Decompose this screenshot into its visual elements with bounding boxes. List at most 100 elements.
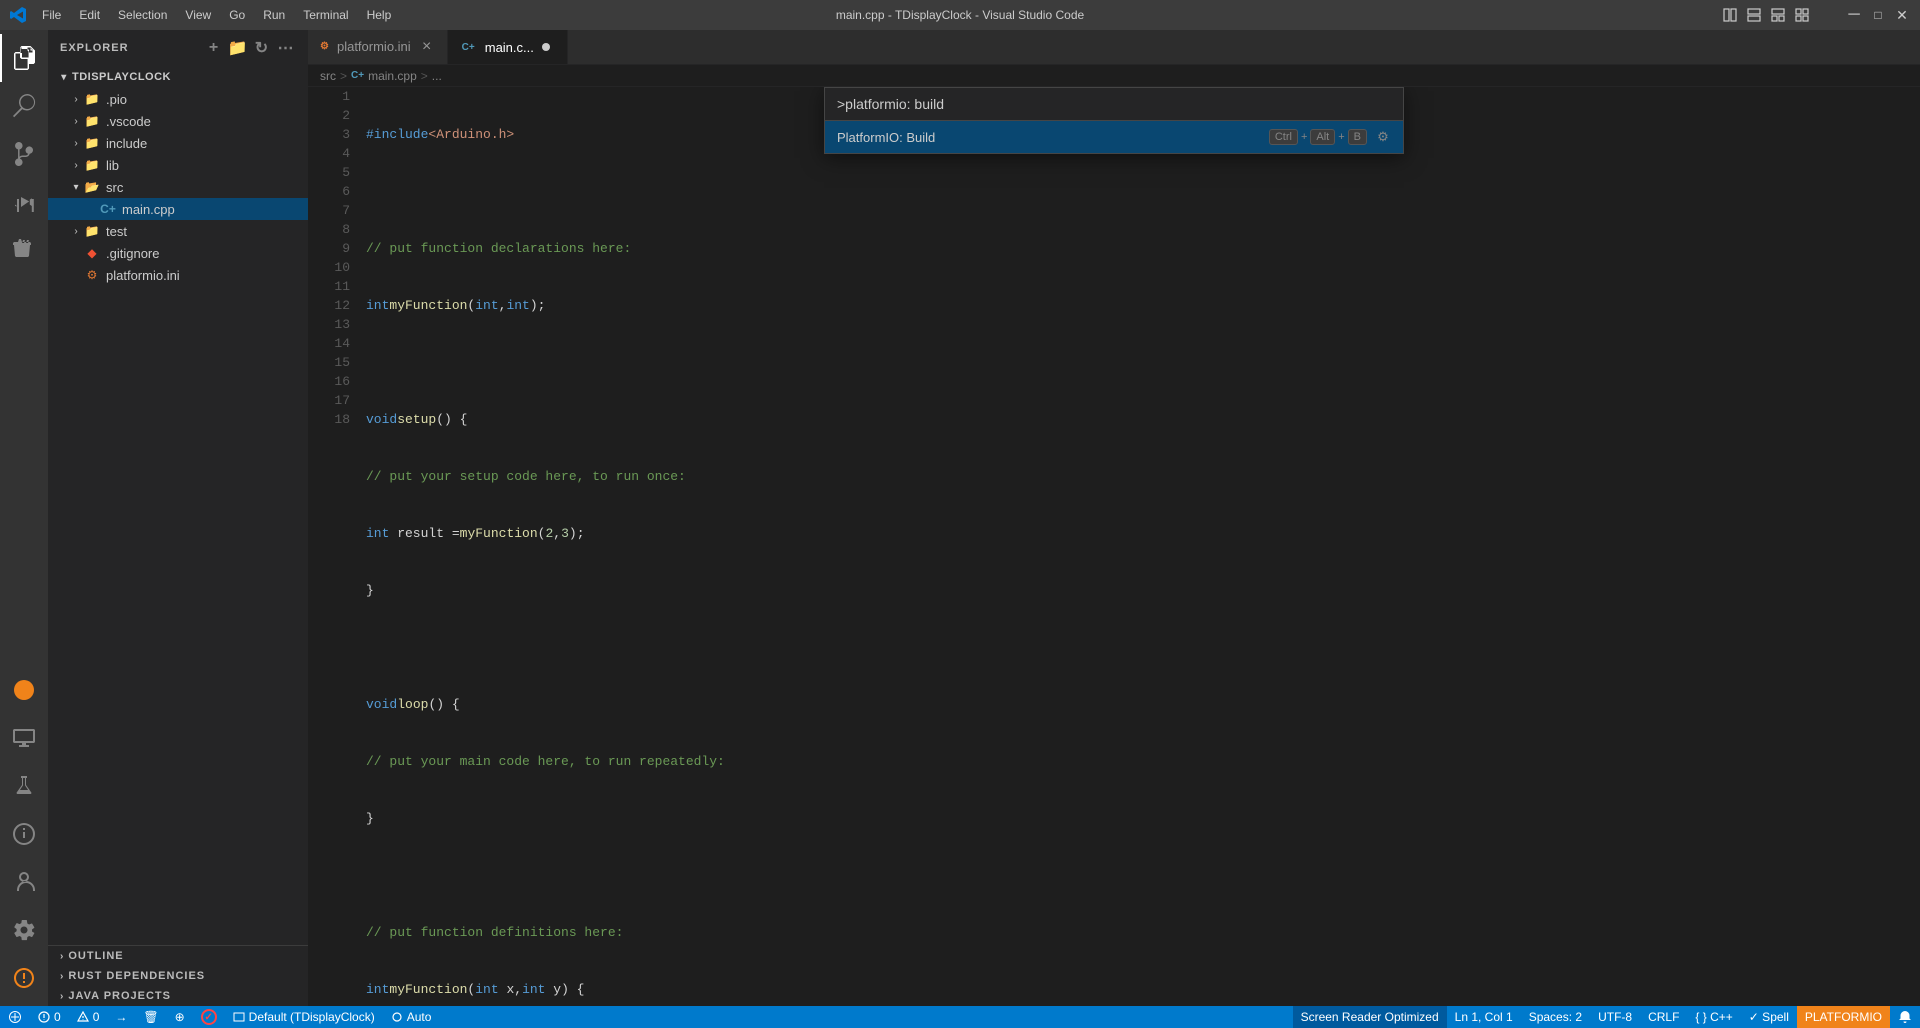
- file-platformio-ini[interactable]: › ⚙ platformio.ini: [48, 264, 308, 286]
- shortcut-plus-1: +: [1301, 131, 1307, 143]
- activity-extensions[interactable]: [0, 226, 48, 274]
- line-num-14: 14: [316, 334, 350, 353]
- status-notifications[interactable]: [1890, 1006, 1920, 1028]
- folder-test-label: test: [106, 224, 127, 239]
- folder-test[interactable]: › 📁 test: [48, 220, 308, 242]
- status-default-env[interactable]: Default (TDisplayClock): [225, 1006, 383, 1028]
- activity-run-debug[interactable]: [0, 178, 48, 226]
- layout-btn-2[interactable]: [1746, 7, 1762, 23]
- new-folder-button[interactable]: 📁: [228, 38, 248, 58]
- breadcrumb-src[interactable]: src: [320, 69, 336, 83]
- breadcrumb-sep-2: >: [421, 69, 428, 83]
- collapse-button[interactable]: ⋯: [276, 38, 296, 58]
- status-language[interactable]: { } C++: [1687, 1006, 1740, 1028]
- command-item-build[interactable]: PlatformIO: Build Ctrl + Alt + B ⚙: [825, 121, 1403, 153]
- folder-icon: 📁: [84, 91, 100, 107]
- breadcrumb-main-cpp[interactable]: main.cpp: [368, 69, 417, 83]
- file-main-cpp[interactable]: › C+ main.cpp: [48, 198, 308, 220]
- folder-pio[interactable]: › 📁 .pio: [48, 88, 308, 110]
- status-bar-right: Screen Reader Optimized Ln 1, Col 1 Spac…: [1293, 1006, 1920, 1028]
- activity-account[interactable]: [0, 858, 48, 906]
- folder-src[interactable]: ▾ 📂 src: [48, 176, 308, 198]
- breadcrumb-more[interactable]: ...: [432, 69, 442, 83]
- status-circle-icon: ✓: [201, 1009, 217, 1025]
- kbd-ctrl: Ctrl: [1269, 129, 1298, 145]
- command-palette: PlatformIO: Build Ctrl + Alt + B ⚙: [824, 87, 1404, 154]
- menu-edit[interactable]: Edit: [71, 6, 108, 24]
- status-errors[interactable]: 0: [30, 1006, 69, 1028]
- status-cursor-position[interactable]: Ln 1, Col 1: [1447, 1006, 1521, 1028]
- activity-alien[interactable]: [0, 954, 48, 1002]
- file-tree: ▾ TDISPLAYCLOCK › 📁 .pio › 📁 .vscode › 📁…: [48, 66, 308, 945]
- rust-section[interactable]: › RUST DEPENDENCIES: [48, 966, 308, 986]
- chevron-right-icon: ›: [60, 971, 64, 982]
- code-editor[interactable]: #include <Arduino.h> // put function dec…: [358, 87, 1860, 1006]
- code-line-3: // put function declarations here:: [366, 239, 1852, 258]
- screen-reader-badge[interactable]: Screen Reader Optimized: [1293, 1006, 1447, 1028]
- activity-settings[interactable]: [0, 906, 48, 954]
- status-auto[interactable]: Auto: [383, 1006, 440, 1028]
- folder-pio-label: .pio: [106, 92, 127, 107]
- tab-close-ini[interactable]: ×: [419, 39, 435, 55]
- title-bar-left: File Edit Selection View Go Run Terminal…: [10, 6, 399, 24]
- close-button[interactable]: ✕: [1894, 7, 1910, 23]
- chevron-right-icon: ›: [68, 223, 84, 239]
- status-remote[interactable]: [0, 1006, 30, 1028]
- activity-pio[interactable]: [0, 666, 48, 714]
- menu-selection[interactable]: Selection: [110, 6, 175, 24]
- tab-main-cpp[interactable]: C+ main.c...: [448, 30, 568, 64]
- project-root[interactable]: ▾ TDISPLAYCLOCK: [48, 66, 308, 88]
- activity-source-control[interactable]: [0, 130, 48, 178]
- new-file-button[interactable]: +: [204, 38, 224, 58]
- menu-view[interactable]: View: [177, 6, 219, 24]
- layout-btn-4[interactable]: [1794, 7, 1810, 23]
- git-file-icon: ◆: [84, 245, 100, 261]
- code-line-11: void loop() {: [366, 695, 1852, 714]
- menu-run[interactable]: Run: [255, 6, 293, 24]
- status-sync[interactable]: →: [107, 1006, 135, 1028]
- title-bar-right: ─ □ ✕: [1722, 7, 1910, 23]
- sidebar-title: EXPLORER: [60, 42, 129, 54]
- layout-btn-3[interactable]: [1770, 7, 1786, 23]
- status-circle[interactable]: ✓: [193, 1006, 225, 1028]
- menu-file[interactable]: File: [34, 6, 69, 24]
- status-eol[interactable]: CRLF: [1640, 1006, 1687, 1028]
- line-num-13: 13: [316, 315, 350, 334]
- code-line-6: void setup() {: [366, 410, 1852, 429]
- menu-help[interactable]: Help: [359, 6, 400, 24]
- status-delete[interactable]: 🗑: [135, 1006, 166, 1028]
- activity-inspect[interactable]: [0, 810, 48, 858]
- activity-test[interactable]: [0, 762, 48, 810]
- command-input-wrapper: [825, 88, 1403, 121]
- status-add[interactable]: ⊕: [167, 1006, 193, 1028]
- maximize-button[interactable]: □: [1870, 7, 1886, 23]
- activity-bar: [0, 30, 48, 1006]
- file-gitignore[interactable]: › ◆ .gitignore: [48, 242, 308, 264]
- status-encoding[interactable]: UTF-8: [1590, 1006, 1640, 1028]
- menu-go[interactable]: Go: [221, 6, 253, 24]
- status-spell[interactable]: ✓ Spell: [1741, 1006, 1797, 1028]
- folder-include[interactable]: › 📁 include: [48, 132, 308, 154]
- command-palette-input[interactable]: [837, 96, 1391, 112]
- activity-explorer[interactable]: [0, 34, 48, 82]
- activity-board[interactable]: [0, 714, 48, 762]
- status-platformio[interactable]: PLATFORMIO: [1797, 1006, 1890, 1028]
- java-section[interactable]: › JAVA PROJECTS: [48, 986, 308, 1006]
- error-count: 0: [54, 1010, 61, 1024]
- status-warnings[interactable]: 0: [69, 1006, 108, 1028]
- folder-vscode[interactable]: › 📁 .vscode: [48, 110, 308, 132]
- refresh-button[interactable]: ↻: [252, 38, 272, 58]
- command-results: PlatformIO: Build Ctrl + Alt + B ⚙: [825, 121, 1403, 153]
- eol-label: CRLF: [1648, 1010, 1679, 1024]
- line-num-18: 18: [316, 410, 350, 429]
- tab-platformio-ini[interactable]: ⚙ platformio.ini ×: [308, 30, 448, 64]
- folder-lib[interactable]: › 📁 lib: [48, 154, 308, 176]
- outline-section[interactable]: › OUTLINE: [48, 946, 308, 966]
- command-gear-icon[interactable]: ⚙: [1375, 129, 1391, 145]
- spell-label: ✓ Spell: [1749, 1010, 1789, 1024]
- menu-terminal[interactable]: Terminal: [295, 6, 356, 24]
- minimize-button[interactable]: ─: [1846, 7, 1862, 23]
- activity-search[interactable]: [0, 82, 48, 130]
- status-spaces[interactable]: Spaces: 2: [1521, 1006, 1590, 1028]
- layout-btn-1[interactable]: [1722, 7, 1738, 23]
